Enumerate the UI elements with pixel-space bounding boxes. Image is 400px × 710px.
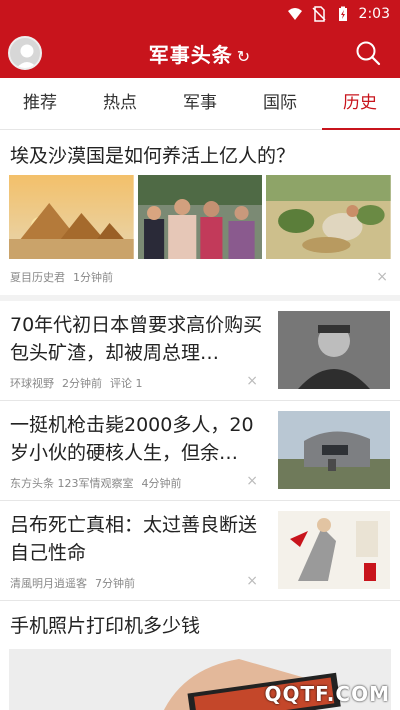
refresh-icon[interactable]: ↻ bbox=[237, 47, 251, 66]
article-meta: 清風明月逍遥客 7分钟前 bbox=[10, 575, 266, 591]
article-title[interactable]: 埃及沙漠国是如何养活上亿人的？ bbox=[0, 131, 400, 175]
search-icon[interactable] bbox=[354, 39, 382, 67]
tab-international[interactable]: 国际 bbox=[240, 78, 320, 130]
article-title[interactable]: 70年代初日本曾要求高价购买包头矿渣，却被周总理… bbox=[10, 311, 266, 367]
article-meta: 环球视野 2分钟前 评论 1 bbox=[10, 375, 266, 391]
article-title[interactable]: 手机照片打印机多少钱 bbox=[0, 601, 400, 649]
status-time: 2:03 bbox=[358, 6, 390, 22]
article-time: 7分钟前 bbox=[95, 577, 135, 590]
list-item[interactable]: 70年代初日本曾要求高价购买包头矿渣，却被周总理… 环球视野 2分钟前 评论 1… bbox=[0, 301, 400, 401]
app-header: 军事头条 ↻ bbox=[0, 28, 400, 78]
article-image-row bbox=[0, 175, 400, 259]
article-source: 环球视野 bbox=[10, 377, 54, 390]
dismiss-icon[interactable]: × bbox=[246, 373, 258, 389]
illustration-thumbnail[interactable] bbox=[278, 511, 390, 589]
dismiss-icon[interactable]: × bbox=[246, 573, 258, 589]
wifi-icon bbox=[287, 8, 302, 20]
user-icon bbox=[16, 44, 38, 68]
pyramids-image[interactable] bbox=[9, 175, 134, 259]
watermark: QQTF.COM bbox=[264, 682, 390, 706]
article-title[interactable]: 一挺机枪击毙2000多人，20岁小伙的硬核人生，但余… bbox=[10, 411, 266, 467]
portrait-photo-thumbnail[interactable] bbox=[278, 311, 390, 389]
category-tabs: 推荐 热点 军事 国际 历史 bbox=[0, 78, 400, 130]
bunker-photo-thumbnail[interactable] bbox=[278, 411, 390, 489]
article-comments: 评论 1 bbox=[110, 377, 143, 390]
news-feed[interactable]: 埃及沙漠国是如何养活上亿人的？ 夏目历史君 1分钟前 × 70年代初日本曾要求高… bbox=[0, 131, 400, 710]
list-item[interactable]: 一挺机枪击毙2000多人，20岁小伙的硬核人生，但余… 东方头条 123军情观察… bbox=[0, 401, 400, 501]
featured-article[interactable]: 埃及沙漠国是如何养活上亿人的？ 夏目历史君 1分钟前 × bbox=[0, 131, 400, 301]
tab-hot[interactable]: 热点 bbox=[80, 78, 160, 130]
dismiss-icon[interactable]: × bbox=[246, 473, 258, 489]
article-meta: 夏目历史君 1分钟前 × bbox=[0, 259, 400, 295]
avatar[interactable] bbox=[8, 36, 42, 70]
article-time: 2分钟前 bbox=[62, 377, 102, 390]
app-title-text: 军事头条 bbox=[148, 42, 233, 67]
article-title[interactable]: 吕布死亡真相：太过善良断送自己性命 bbox=[10, 511, 266, 567]
painting-image[interactable] bbox=[266, 175, 392, 259]
battery-charging-icon bbox=[338, 6, 347, 21]
list-item[interactable]: 吕布死亡真相：太过善良断送自己性命 清風明月逍遥客 7分钟前 × bbox=[0, 501, 400, 601]
article-source: 夏目历史君 bbox=[10, 271, 65, 284]
article-time: 4分钟前 bbox=[141, 477, 182, 490]
app-title: 军事头条 ↻ bbox=[0, 39, 400, 68]
tab-military[interactable]: 军事 bbox=[160, 78, 240, 130]
tab-history[interactable]: 历史 bbox=[320, 78, 400, 130]
no-sim-icon bbox=[312, 6, 326, 22]
market-people-image[interactable] bbox=[137, 175, 263, 259]
article-time: 1分钟前 bbox=[73, 271, 113, 284]
article-meta: 东方头条 123军情观察室 4分钟前 bbox=[10, 475, 266, 491]
dismiss-icon[interactable]: × bbox=[376, 269, 388, 285]
article-source: 东方头条 123军情观察室 bbox=[10, 477, 134, 490]
tab-recommend[interactable]: 推荐 bbox=[0, 78, 80, 130]
status-bar: 2:03 bbox=[0, 0, 400, 28]
article-source: 清風明月逍遥客 bbox=[10, 577, 87, 590]
